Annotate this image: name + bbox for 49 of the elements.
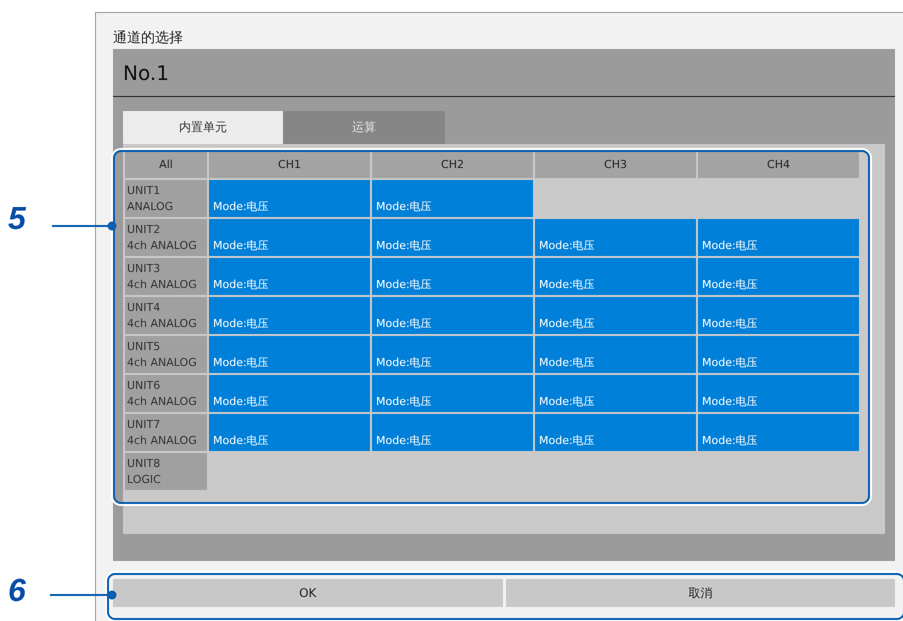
- channel-cell[interactable]: Mode:电压: [372, 219, 533, 256]
- callout-number: 5: [8, 200, 26, 237]
- channel-cell[interactable]: Mode:电压: [698, 297, 859, 334]
- channel-cell[interactable]: Mode:电压: [535, 375, 696, 412]
- unit-label[interactable]: UNIT7 4ch ANALOG: [125, 414, 207, 451]
- channel-cell[interactable]: Mode:电压: [372, 258, 533, 295]
- dialog-title: 通道的选择: [113, 29, 184, 48]
- column-header[interactable]: CH2: [372, 151, 533, 178]
- channel-cell[interactable]: Mode:电压: [698, 219, 859, 256]
- leader-line: [52, 221, 118, 231]
- channel-cell[interactable]: Mode:电压: [209, 375, 370, 412]
- channel-cell[interactable]: Mode:电压: [698, 414, 859, 451]
- unit-label[interactable]: UNIT4 4ch ANALOG: [125, 297, 207, 334]
- channel-cell[interactable]: Mode:电压: [535, 297, 696, 334]
- channel-cell[interactable]: Mode:电压: [209, 258, 370, 295]
- unit-label[interactable]: UNIT8 LOGIC: [125, 453, 207, 490]
- channel-cell[interactable]: Mode:电压: [535, 414, 696, 451]
- channel-cell[interactable]: Mode:电压: [372, 297, 533, 334]
- unit-label[interactable]: UNIT6 4ch ANALOG: [125, 375, 207, 412]
- tab[interactable]: 内置单元: [123, 111, 283, 144]
- column-header[interactable]: CH3: [535, 151, 696, 178]
- unit-label[interactable]: UNIT2 4ch ANALOG: [125, 219, 207, 256]
- channel-cell[interactable]: Mode:电压: [209, 219, 370, 256]
- channel-cell[interactable]: Mode:电压: [209, 180, 370, 217]
- unit-label[interactable]: UNIT5 4ch ANALOG: [125, 336, 207, 373]
- channel-cell[interactable]: Mode:电压: [535, 219, 696, 256]
- channel-cell[interactable]: Mode:电压: [209, 336, 370, 373]
- ok-button[interactable]: OK: [113, 579, 502, 607]
- channel-cell[interactable]: Mode:电压: [698, 336, 859, 373]
- channel-cell[interactable]: Mode:电压: [698, 375, 859, 412]
- callout-number: 6: [8, 572, 26, 609]
- channel-cell[interactable]: Mode:电压: [372, 180, 533, 217]
- column-header[interactable]: CH4: [698, 151, 859, 178]
- channel-cell[interactable]: Mode:电压: [535, 258, 696, 295]
- column-header[interactable]: CH1: [209, 151, 370, 178]
- leader-line: [50, 590, 118, 600]
- channel-cell[interactable]: Mode:电压: [698, 258, 859, 295]
- tab[interactable]: 运算: [283, 111, 445, 144]
- channel-cell[interactable]: Mode:电压: [372, 336, 533, 373]
- channel-cell[interactable]: Mode:电压: [372, 375, 533, 412]
- channel-cell[interactable]: Mode:电压: [209, 297, 370, 334]
- cancel-button[interactable]: 取消: [506, 579, 895, 607]
- channel-cell[interactable]: Mode:电压: [372, 414, 533, 451]
- unit-label[interactable]: UNIT3 4ch ANALOG: [125, 258, 207, 295]
- channel-cell[interactable]: Mode:电压: [535, 336, 696, 373]
- unit-label[interactable]: UNIT1 ANALOG: [125, 180, 207, 217]
- all-header[interactable]: All: [125, 151, 207, 178]
- channel-cell[interactable]: Mode:电压: [209, 414, 370, 451]
- header-bar: No.1: [113, 49, 895, 97]
